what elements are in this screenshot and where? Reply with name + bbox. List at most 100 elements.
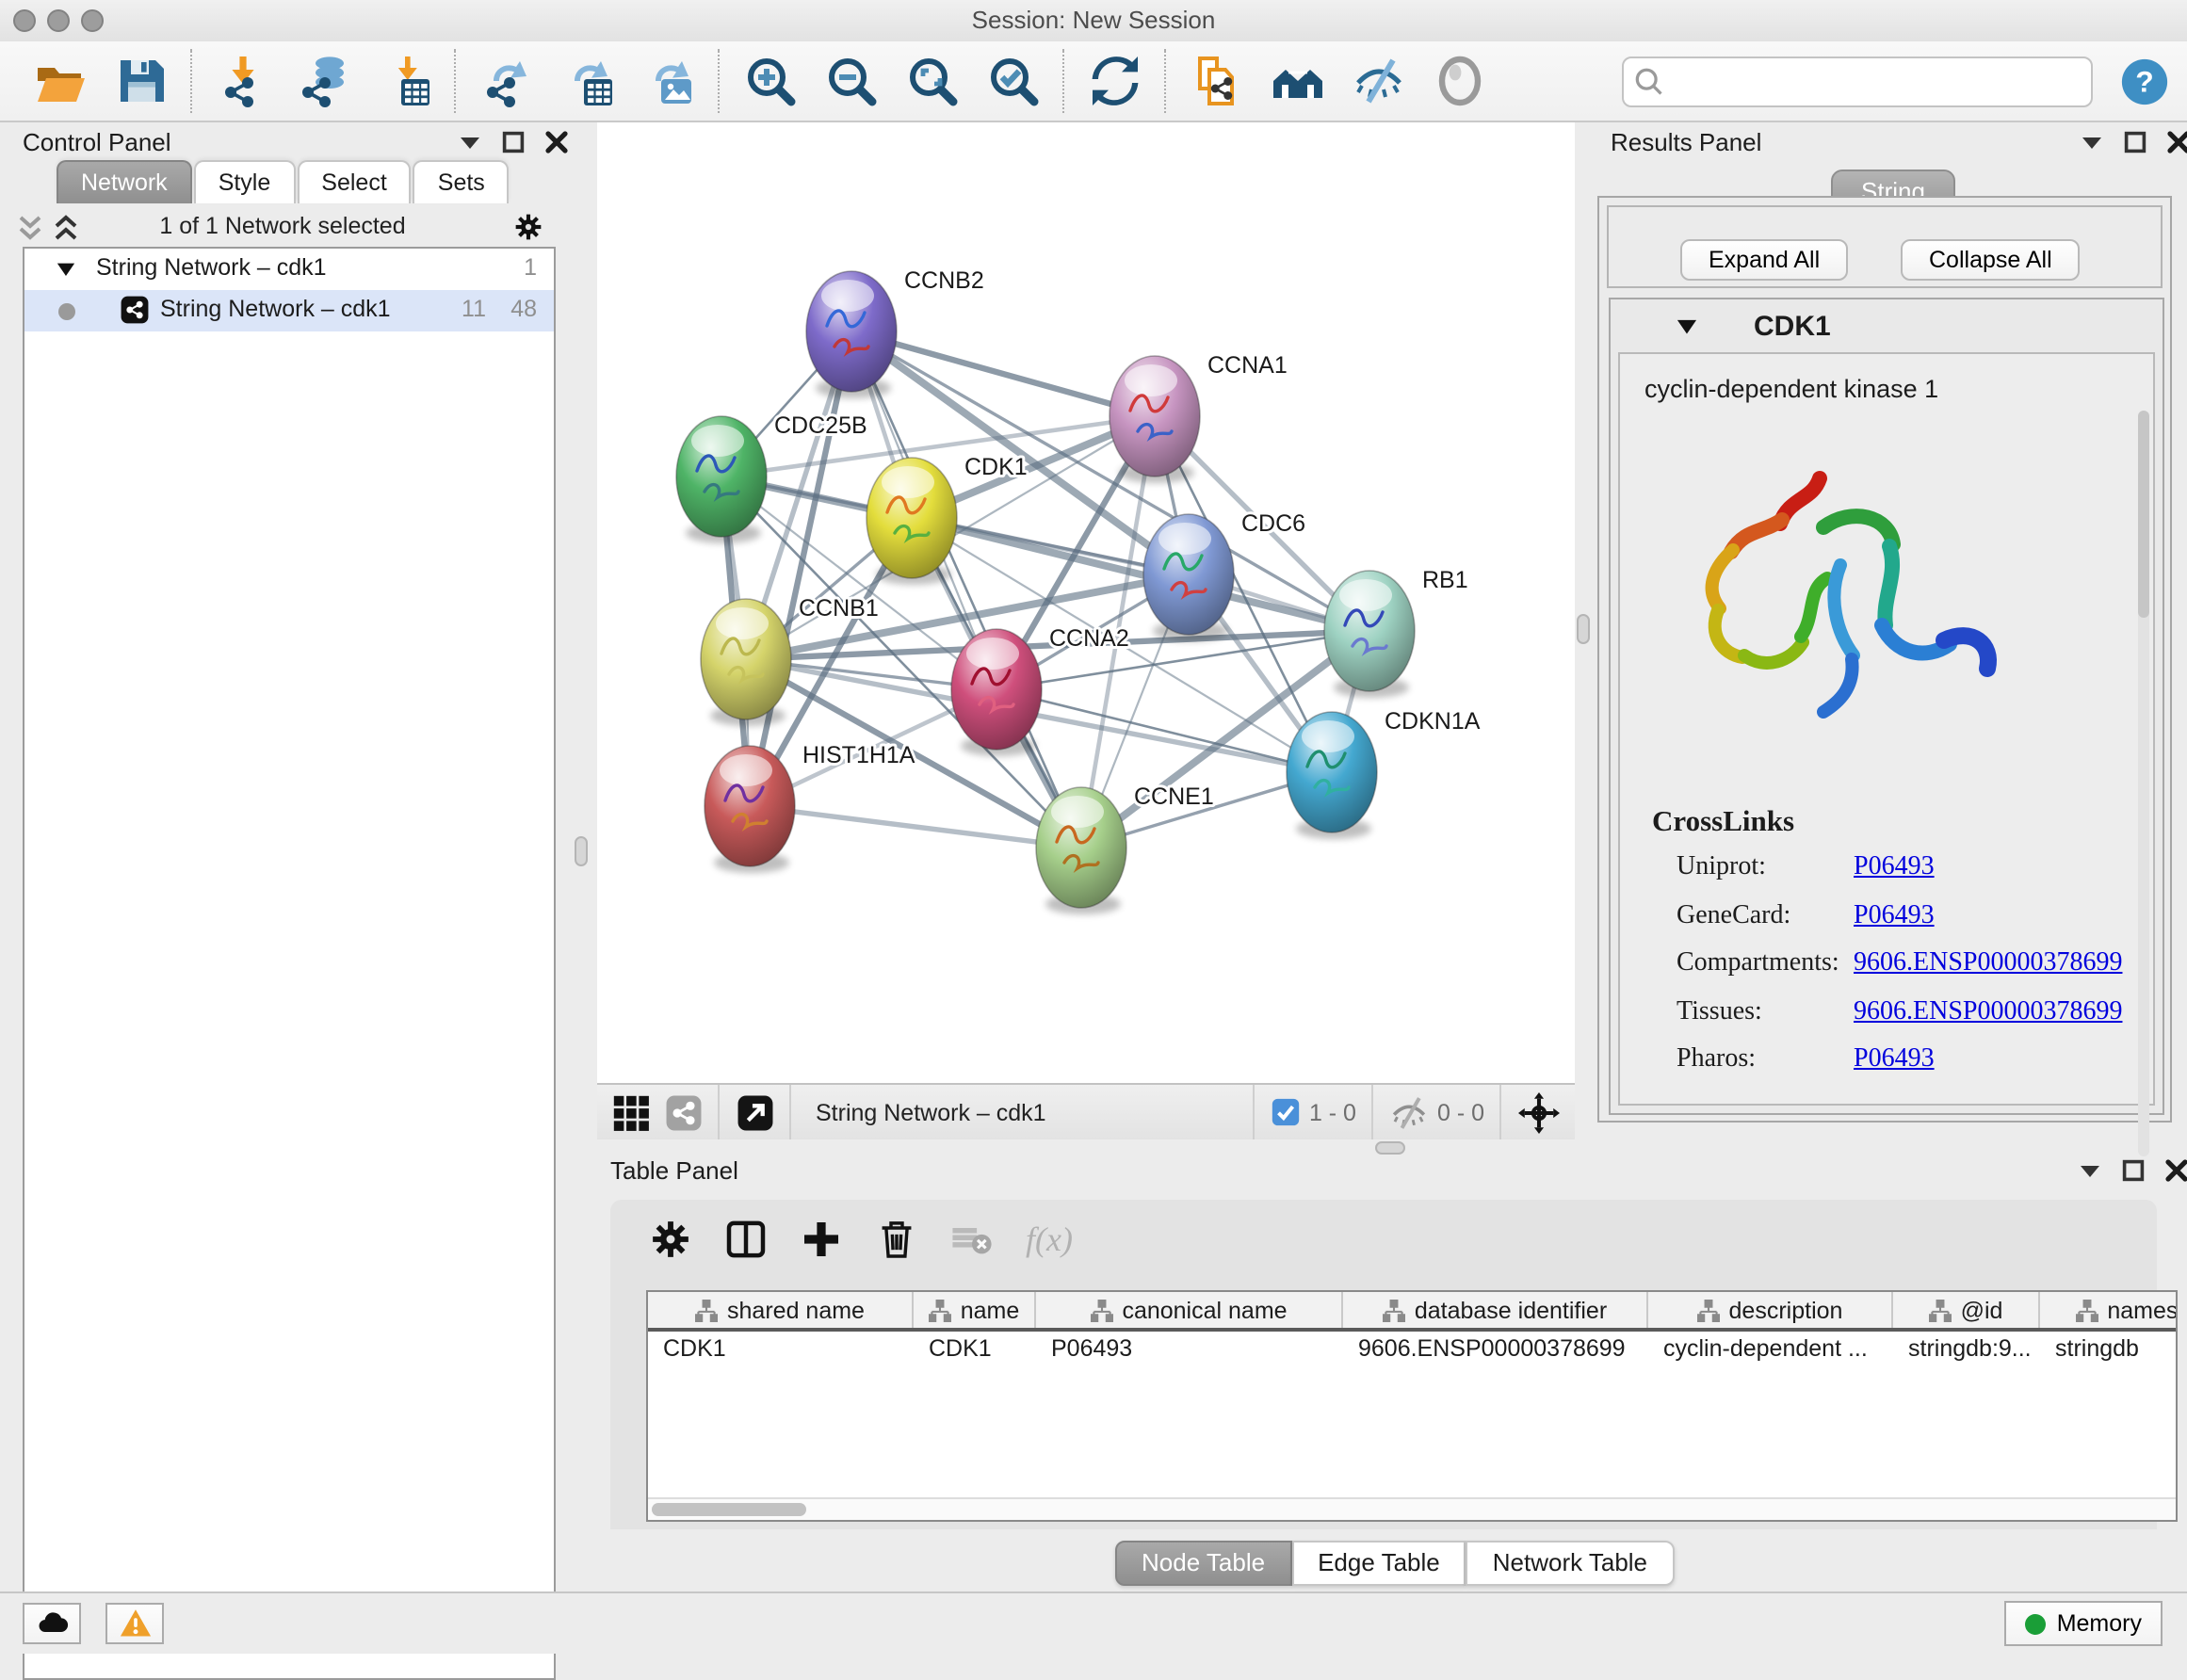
delete-columns-button[interactable]	[874, 1215, 923, 1264]
results-panel-title: Results Panel	[1611, 128, 1761, 156]
new-network-from-selection-button[interactable]	[1189, 53, 1245, 109]
export-network-icon	[480, 55, 533, 107]
table-cell[interactable]: stringdb	[2040, 1332, 2178, 1367]
crosslink-link[interactable]: P06493	[1854, 901, 1935, 929]
main-toolbar: ?	[0, 41, 2187, 122]
table-cell[interactable]: P06493	[1036, 1332, 1343, 1367]
network-node-cdkn1a[interactable]: CDKN1A	[1287, 708, 1481, 839]
crosslink-row: GeneCard:P06493	[1677, 901, 1935, 931]
table-hscrollbar[interactable]	[648, 1497, 2176, 1520]
zoom-out-button[interactable]	[823, 53, 880, 109]
panel-close-icon[interactable]	[2164, 1158, 2187, 1183]
panel-float-icon[interactable]	[2121, 1158, 2146, 1183]
column-header-namespace[interactable]: namespace	[2040, 1292, 2178, 1328]
table-toolbar: f(x)	[648, 1215, 1074, 1264]
table-cell[interactable]: cyclin-dependent ...	[1648, 1332, 1893, 1367]
crosslink-row: Tissues:9606.ENSP00000378699	[1677, 997, 2122, 1027]
table-cell[interactable]: 9606.ENSP00000378699	[1343, 1332, 1648, 1367]
right-splitter-handle[interactable]	[1577, 614, 1590, 644]
network-node-rb1[interactable]: RB1	[1324, 567, 1468, 698]
import-network-from-file-button[interactable]	[215, 53, 271, 109]
network-edge[interactable]	[750, 806, 1081, 848]
crosslink-label: Compartments:	[1677, 949, 1854, 979]
tab-edge-table[interactable]: Edge Table	[1291, 1541, 1466, 1586]
network-edge[interactable]	[851, 331, 1155, 416]
left-splitter-handle[interactable]	[575, 836, 588, 866]
tab-network-table[interactable]: Network Table	[1466, 1541, 1674, 1586]
save-session-button[interactable]	[113, 53, 170, 109]
show-all-button[interactable]	[1432, 53, 1488, 109]
expand-all-button[interactable]: Expand All	[1680, 239, 1848, 281]
column-header-canonical-name[interactable]: canonical name	[1036, 1292, 1343, 1328]
column-header-shared-name[interactable]: shared name	[648, 1292, 914, 1328]
search-box[interactable]	[1622, 56, 2093, 106]
create-column-button[interactable]	[799, 1215, 848, 1264]
table-cell[interactable]: stringdb:9...	[1893, 1332, 2040, 1367]
panel-menu-icon[interactable]	[2080, 130, 2104, 154]
panel-menu-icon[interactable]	[2078, 1158, 2102, 1183]
column-header-database-identifier[interactable]: database identifier	[1343, 1292, 1648, 1328]
show-columns-button[interactable]	[723, 1215, 772, 1264]
network-options-gear-icon[interactable]	[512, 211, 544, 243]
current-network-title: String Network – cdk1	[816, 1099, 1046, 1125]
tab-network[interactable]: Network	[57, 160, 192, 203]
column-header-name[interactable]: name	[914, 1292, 1036, 1328]
panel-float-icon[interactable]	[2123, 130, 2147, 154]
panel-menu-icon[interactable]	[458, 130, 482, 154]
detach-view-icon[interactable]	[737, 1093, 774, 1131]
network-node-ccne1[interactable]: CCNE1	[1036, 783, 1214, 914]
zoom-fit-content-button[interactable]	[904, 53, 961, 109]
crosslink-link[interactable]: 9606.ENSP00000378699	[1854, 949, 2122, 977]
network-canvas[interactable]: CCNB2CCNA1CDC25BCDK1CDC6RB1CCNB1CCNA2CDK…	[597, 122, 1575, 1083]
network-row-selected[interactable]: String Network – cdk1 11 48	[24, 290, 554, 331]
zoom-selected-button[interactable]	[985, 53, 1042, 109]
network-node-hist1h1a[interactable]: HIST1H1A	[705, 742, 915, 873]
expander-icon[interactable]	[57, 262, 75, 277]
export-table-button[interactable]	[559, 53, 616, 109]
results-scrollbar[interactable]	[2138, 411, 2149, 1156]
tab-select[interactable]: Select	[297, 160, 412, 203]
table-cell[interactable]: CDK1	[914, 1332, 1036, 1367]
bottom-splitter-handle[interactable]	[1375, 1141, 1405, 1155]
warnings-button[interactable]	[105, 1603, 164, 1644]
help-button[interactable]: ?	[2119, 56, 2170, 106]
apply-layout-button[interactable]	[1087, 53, 1143, 109]
network-node-cdc25b[interactable]: CDC25B	[676, 412, 867, 543]
panel-float-icon[interactable]	[501, 130, 526, 154]
entry-expander-icon[interactable]	[1677, 318, 1697, 335]
panel-close-icon[interactable]	[2166, 130, 2187, 154]
tab-style[interactable]: Style	[194, 160, 296, 203]
network-collection-row[interactable]: String Network – cdk1 1	[24, 249, 554, 290]
fit-selected-icon[interactable]	[1518, 1091, 1560, 1133]
table-cell[interactable]: CDK1	[648, 1332, 914, 1367]
zoom-in-button[interactable]	[742, 53, 799, 109]
export-image-button[interactable]	[640, 53, 697, 109]
column-header--id[interactable]: @id	[1893, 1292, 2040, 1328]
crosslink-link[interactable]: P06493	[1854, 1045, 1935, 1074]
network-node-ccnb2[interactable]: CCNB2	[806, 267, 984, 398]
import-table-from-file-button[interactable]	[377, 53, 433, 109]
crosslink-link[interactable]: P06493	[1854, 853, 1935, 881]
hide-selected-button[interactable]	[1351, 53, 1407, 109]
table-options-button[interactable]	[648, 1215, 697, 1264]
network-edge[interactable]	[851, 331, 1081, 848]
network-edge[interactable]	[750, 331, 851, 806]
collapse-all-button[interactable]: Collapse All	[1901, 239, 2081, 281]
cloud-status-button[interactable]	[23, 1603, 81, 1644]
memory-button[interactable]: Memory	[2004, 1601, 2163, 1646]
search-input[interactable]	[1669, 59, 2082, 103]
column-header-description[interactable]: description	[1648, 1292, 1893, 1328]
table-row[interactable]: CDK1CDK1P064939606.ENSP00000378699cyclin…	[648, 1332, 2176, 1367]
group-selected-nodes-button[interactable]	[1270, 53, 1326, 109]
tab-node-table[interactable]: Node Table	[1115, 1541, 1291, 1586]
export-network-button[interactable]	[478, 53, 535, 109]
import-network-from-database-button[interactable]	[296, 53, 352, 109]
tab-sets[interactable]: Sets	[413, 160, 510, 203]
window-title: Session: New Session	[0, 6, 2187, 34]
open-session-button[interactable]	[32, 53, 89, 109]
birds-eye-view-icon[interactable]	[612, 1093, 650, 1131]
panel-close-icon[interactable]	[544, 130, 569, 154]
crosslink-link[interactable]: 9606.ENSP00000378699	[1854, 997, 2122, 1026]
network-type-icon	[665, 1093, 703, 1131]
crosslink-label: Pharos:	[1677, 1045, 1854, 1075]
